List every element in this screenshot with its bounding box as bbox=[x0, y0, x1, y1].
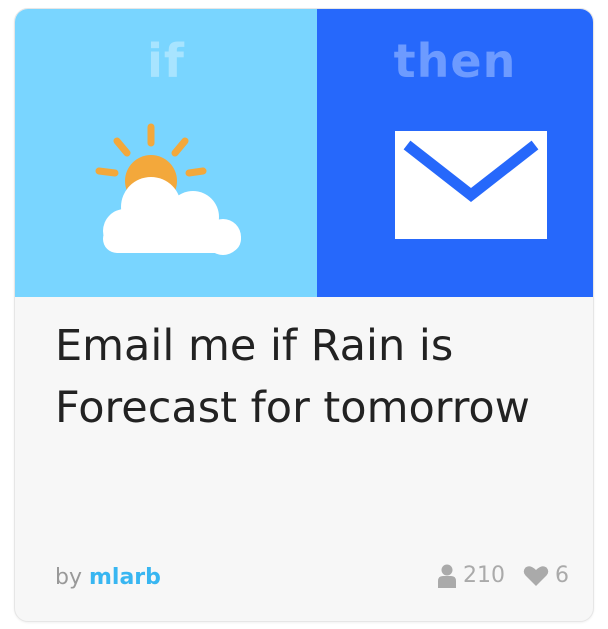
users-stat: 210 bbox=[437, 561, 505, 591]
by-label: by bbox=[55, 565, 82, 590]
users-count: 210 bbox=[463, 563, 505, 588]
if-label: if bbox=[147, 34, 185, 88]
then-label: then bbox=[393, 34, 517, 88]
byline: by mlarb bbox=[55, 563, 161, 593]
applet-header: if then bbox=[15, 9, 593, 297]
action-panel: then bbox=[317, 9, 593, 297]
applet-title[interactable]: Email me if Rain is Forecast for tomorro… bbox=[55, 315, 565, 439]
weather-icon bbox=[95, 123, 241, 255]
trigger-panel: if bbox=[15, 9, 317, 297]
user-icon bbox=[438, 564, 456, 588]
applet-stats: 210 6 bbox=[437, 561, 569, 591]
applet-body: Email me if Rain is Forecast for tomorro… bbox=[15, 297, 593, 621]
email-icon bbox=[395, 131, 547, 239]
likes-stat: 6 bbox=[523, 561, 569, 591]
author-link[interactable]: mlarb bbox=[89, 565, 161, 590]
applet-card[interactable]: if then Email me if Rain is Forecast for… bbox=[14, 8, 594, 622]
likes-count: 6 bbox=[555, 563, 569, 588]
heart-icon bbox=[523, 566, 549, 586]
